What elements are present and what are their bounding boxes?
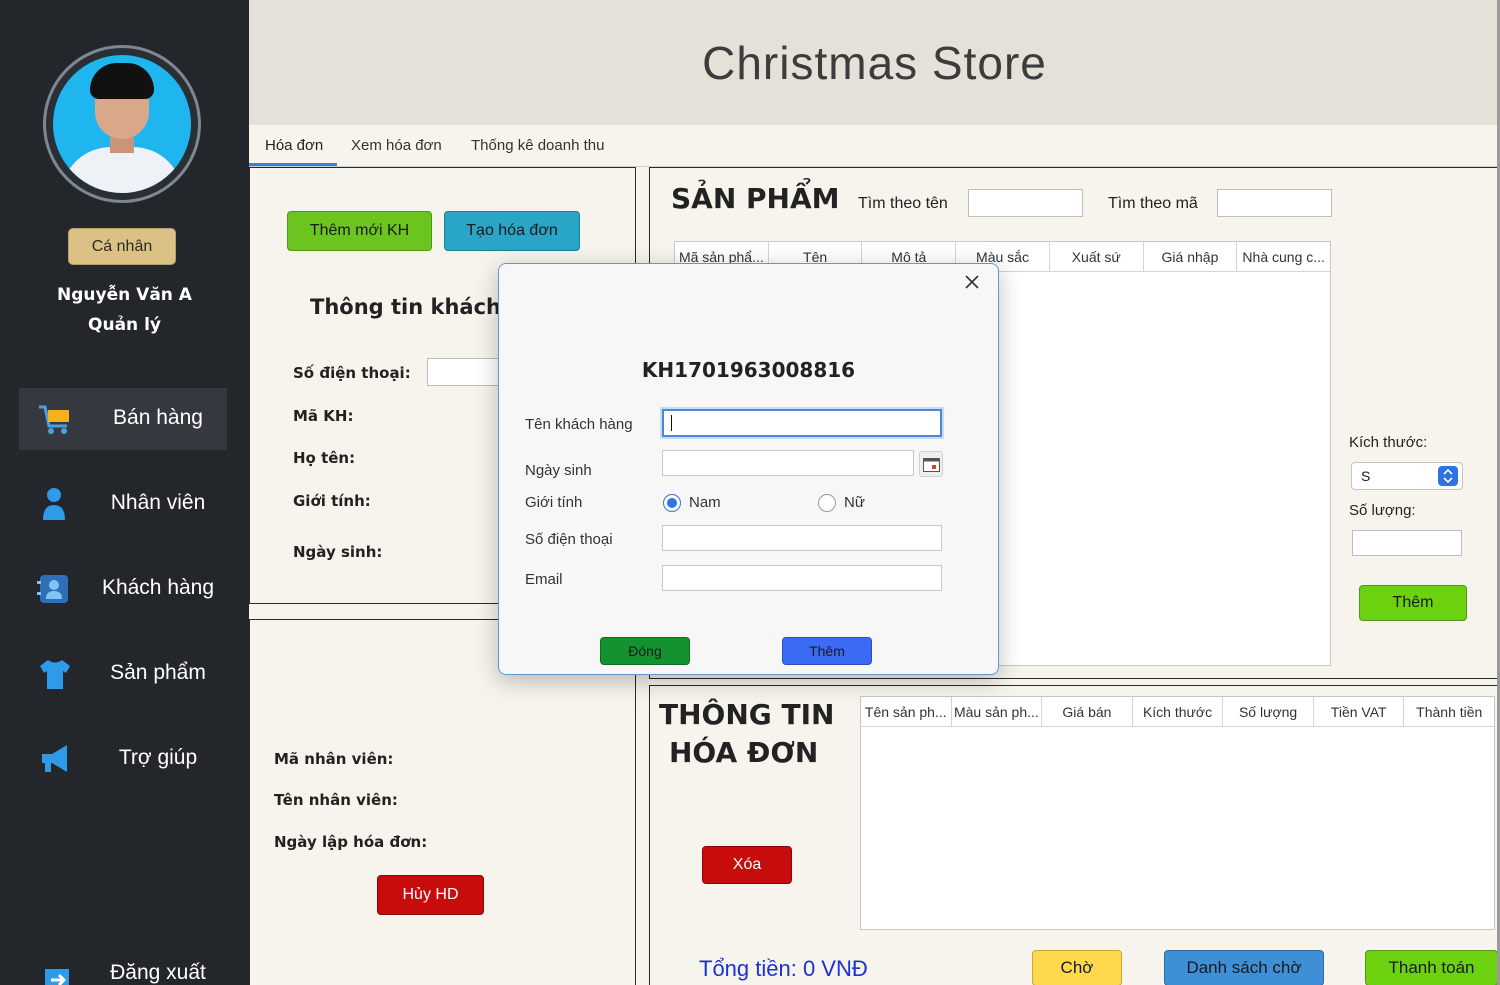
sidebar-item-label: Đăng xuất: [110, 961, 206, 984]
quantity-label: Số lượng:: [1349, 502, 1416, 519]
invoice-date-label: Ngày lập hóa đơn:: [274, 833, 428, 851]
tab-revenue-stats[interactable]: Thống kê doanh thu: [469, 137, 606, 154]
column-header[interactable]: Nhà cung c...: [1237, 242, 1330, 271]
employee-name-label: Tên nhân viên:: [274, 791, 398, 809]
size-select-value: S: [1361, 468, 1371, 484]
sidebar-item-help[interactable]: Trợ giúp: [19, 728, 227, 790]
gender-male-label: Nam: [689, 494, 721, 511]
create-invoice-button[interactable]: Tạo hóa đơn: [444, 211, 580, 251]
customer-id-label: Mã KH:: [293, 407, 354, 425]
total-amount: Tổng tiền: 0 VNĐ: [699, 956, 868, 981]
products-heading: SẢN PHẨM: [671, 182, 840, 215]
tab-bar: Hóa đơn Xem hóa đơn Thống kê doanh thu: [249, 125, 1500, 167]
size-select[interactable]: S: [1351, 462, 1463, 490]
customer-id-value: KH1701963008816: [641, 358, 856, 382]
dob-label: Ngày sinh: [525, 462, 592, 479]
megaphone-icon: [42, 745, 67, 772]
email-input[interactable]: [662, 565, 942, 591]
store-title: Christmas Store: [702, 37, 1047, 89]
column-header[interactable]: Xuất sứ: [1050, 242, 1144, 271]
close-button[interactable]: Đóng: [600, 637, 690, 665]
size-label: Kích thước:: [1349, 434, 1428, 451]
sidebar-item-label: Sản phẩm: [110, 661, 206, 684]
column-header[interactable]: Tiền VAT: [1314, 697, 1405, 726]
column-header[interactable]: Giá bán: [1042, 697, 1133, 726]
sidebar-item-sales[interactable]: Bán hàng: [19, 388, 227, 450]
person-icon: [43, 488, 65, 520]
gender-male-radio[interactable]: [663, 494, 681, 512]
personal-button[interactable]: Cá nhân: [68, 228, 176, 265]
delete-item-button[interactable]: Xóa: [702, 846, 792, 884]
customer-gender-label: Giới tính:: [293, 492, 371, 510]
quantity-input[interactable]: [1352, 530, 1462, 556]
cart-icon: [39, 405, 69, 434]
invoice-table[interactable]: Tên sản ph... Màu sản ph... Giá bán Kích th…: [860, 696, 1495, 930]
phone-label: Số điện thoại: [525, 531, 613, 548]
invoice-heading-line1: THÔNG TIN: [659, 698, 835, 731]
search-by-code-input[interactable]: [1217, 189, 1332, 217]
column-header[interactable]: Số lượng: [1223, 697, 1314, 726]
customer-dob-label: Ngày sinh:: [293, 543, 383, 561]
tab-invoice[interactable]: Hóa đơn: [263, 137, 325, 154]
sidebar-item-label: Nhân viên: [110, 491, 206, 514]
add-customer-confirm-button[interactable]: Thêm: [782, 637, 872, 665]
phone-label: Số điện thoại:: [293, 364, 411, 382]
customer-name-label: Họ tên:: [293, 449, 356, 467]
cancel-invoice-button[interactable]: Hủy HD: [377, 875, 484, 915]
sidebar-item-logout[interactable]: Đăng xuất: [19, 943, 227, 985]
sidebar-item-products[interactable]: Sản phẩm: [19, 643, 227, 705]
wait-list-button[interactable]: Danh sách chờ: [1164, 950, 1324, 985]
user-name: Nguyễn Văn A: [57, 285, 192, 305]
pay-button[interactable]: Thanh toán: [1365, 950, 1498, 985]
gender-label: Giới tính: [525, 494, 583, 511]
customer-name-input[interactable]: [662, 409, 942, 437]
employee-id-label: Mã nhân viên:: [274, 750, 394, 768]
column-header[interactable]: Màu sản ph...: [952, 697, 1043, 726]
phone-input[interactable]: [662, 525, 942, 551]
calendar-icon: [923, 458, 940, 472]
search-by-name-label: Tìm theo tên: [858, 195, 948, 212]
sidebar-item-label: Khách hàng: [101, 576, 215, 599]
customer-name-label: Tên khách hàng: [525, 416, 633, 433]
search-by-name-input[interactable]: [968, 189, 1083, 217]
contact-card-icon: [37, 575, 68, 603]
text-cursor: [671, 415, 672, 431]
sidebar-item-customers[interactable]: Khách hàng: [19, 558, 227, 620]
close-icon[interactable]: [964, 274, 980, 290]
active-tab-indicator: [249, 163, 337, 166]
invoice-table-header: Tên sản ph... Màu sản ph... Giá bán Kích th…: [861, 697, 1494, 727]
new-customer-dialog: KH1701963008816 Tên khách hàng Ngày sinh…: [498, 263, 999, 675]
invoice-panel: THÔNG TIN HÓA ĐƠN Tên sản ph... Màu sản p…: [649, 685, 1500, 985]
column-header[interactable]: Thành tiền: [1404, 697, 1494, 726]
column-header[interactable]: Giá nhập: [1144, 242, 1238, 271]
app-header: Christmas Store: [249, 0, 1500, 125]
shirt-icon: [40, 660, 70, 689]
search-by-code-label: Tìm theo mã: [1108, 195, 1198, 212]
gender-female-label: Nữ: [844, 494, 865, 511]
column-header[interactable]: Kích thước: [1133, 697, 1224, 726]
column-header[interactable]: Tên sản ph...: [861, 697, 952, 726]
customer-info-heading: Thông tin khách h: [310, 295, 524, 319]
user-photo: [53, 55, 191, 193]
sidebar: Cá nhân Nguyễn Văn A Quản lý Bán hàng Nh…: [0, 0, 249, 985]
wait-button[interactable]: Chờ: [1032, 950, 1122, 985]
calendar-button[interactable]: [919, 451, 943, 477]
invoice-heading-line2: HÓA ĐƠN: [669, 736, 819, 769]
user-role: Quản lý: [88, 315, 161, 335]
add-product-button[interactable]: Thêm: [1359, 585, 1467, 621]
sidebar-item-label: Bán hàng: [113, 406, 203, 429]
gender-female-radio[interactable]: [818, 494, 836, 512]
sidebar-item-label: Trợ giúp: [118, 746, 198, 769]
add-customer-button[interactable]: Thêm mới KH: [287, 211, 432, 251]
logout-icon: [45, 969, 69, 985]
email-label: Email: [525, 571, 563, 588]
sidebar-item-employees[interactable]: Nhân viên: [19, 473, 227, 535]
tab-view-invoices[interactable]: Xem hóa đơn: [349, 137, 444, 154]
avatar: [43, 45, 201, 203]
select-arrows-icon: [1438, 466, 1458, 486]
dob-input[interactable]: [662, 450, 914, 476]
